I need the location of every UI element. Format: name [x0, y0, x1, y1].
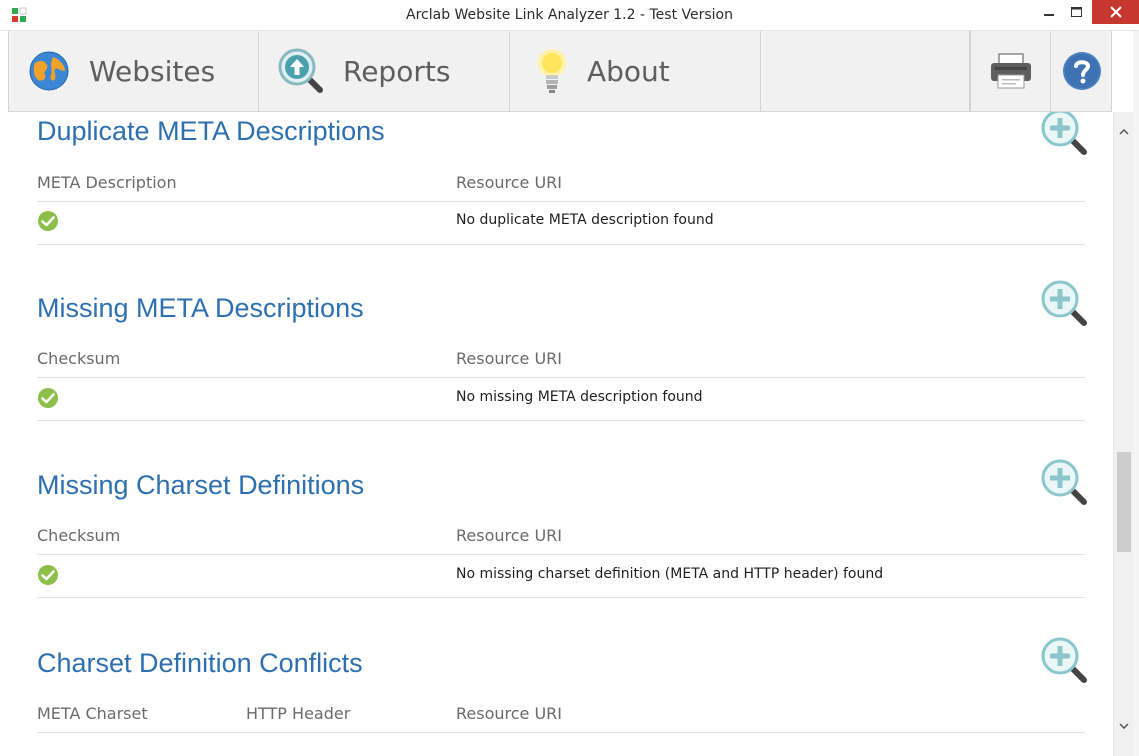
table-cell: No missing charset definition (META and …	[456, 566, 884, 582]
zoom-in-icon[interactable]	[1040, 636, 1088, 684]
chevron-down-icon	[1119, 723, 1129, 729]
checkmark-icon	[38, 388, 58, 408]
divider	[37, 201, 1085, 202]
about-label: About	[587, 54, 670, 88]
column-header: META Charset	[37, 704, 148, 723]
websites-label: Websites	[89, 54, 216, 88]
main-toolbar: Websites Reports About	[8, 31, 1112, 112]
globe-icon	[29, 51, 69, 91]
magnifier-upload-icon	[278, 48, 323, 93]
vertical-scrollbar[interactable]	[1113, 112, 1133, 756]
maximize-icon	[1070, 7, 1082, 17]
reports-label: Reports	[343, 54, 451, 88]
help-icon	[1063, 52, 1101, 90]
section-title: Missing META Descriptions	[37, 293, 364, 323]
divider	[37, 244, 1085, 245]
window-border	[1133, 31, 1139, 756]
checkmark-icon	[38, 211, 58, 231]
reports-button[interactable]: Reports	[259, 31, 510, 111]
minimize-icon	[1044, 14, 1054, 16]
title-bar: Arclab Website Link Analyzer 1.2 - Test …	[0, 0, 1139, 31]
report-content: Duplicate META Descriptions META Descrip…	[0, 112, 1113, 756]
column-header: Resource URI	[456, 173, 563, 192]
scroll-down-button[interactable]	[1114, 716, 1134, 736]
table-cell: No missing META description found	[456, 389, 703, 405]
websites-button[interactable]: Websites	[9, 31, 259, 111]
column-header: Resource URI	[456, 526, 563, 545]
column-header: Checksum	[37, 349, 121, 368]
scroll-up-button[interactable]	[1114, 122, 1134, 142]
divider	[37, 420, 1085, 421]
window-title: Arclab Website Link Analyzer 1.2 - Test …	[406, 7, 733, 23]
column-header: HTTP Header	[246, 704, 351, 723]
lightbulb-icon	[538, 49, 566, 93]
divider	[37, 377, 1085, 378]
close-button[interactable]	[1092, 0, 1139, 24]
column-header: Checksum	[37, 526, 121, 545]
printer-icon	[990, 53, 1031, 89]
close-icon	[1109, 6, 1122, 18]
maximize-button[interactable]	[1061, 0, 1091, 24]
print-button[interactable]	[970, 31, 1051, 111]
scrollbar-thumb[interactable]	[1117, 452, 1131, 552]
minimize-button[interactable]	[1034, 0, 1064, 24]
column-header: Resource URI	[456, 349, 563, 368]
zoom-in-icon[interactable]	[1040, 112, 1088, 156]
section-title: Missing Charset Definitions	[37, 470, 365, 500]
divider	[37, 597, 1085, 598]
help-button[interactable]	[1051, 31, 1113, 111]
zoom-in-icon[interactable]	[1040, 279, 1088, 327]
toolbar-spacer	[761, 31, 970, 111]
column-header: Resource URI	[456, 704, 563, 723]
zoom-in-icon[interactable]	[1040, 458, 1088, 506]
column-header: META Description	[37, 173, 177, 192]
divider	[37, 554, 1085, 555]
table-cell: No duplicate META description found	[456, 212, 714, 228]
checkmark-icon	[38, 565, 58, 585]
divider	[37, 732, 1085, 733]
section-title: Charset Definition Conflicts	[37, 648, 363, 678]
about-button[interactable]: About	[510, 31, 761, 111]
section-title: Duplicate META Descriptions	[37, 116, 385, 146]
chevron-up-icon	[1119, 129, 1129, 135]
